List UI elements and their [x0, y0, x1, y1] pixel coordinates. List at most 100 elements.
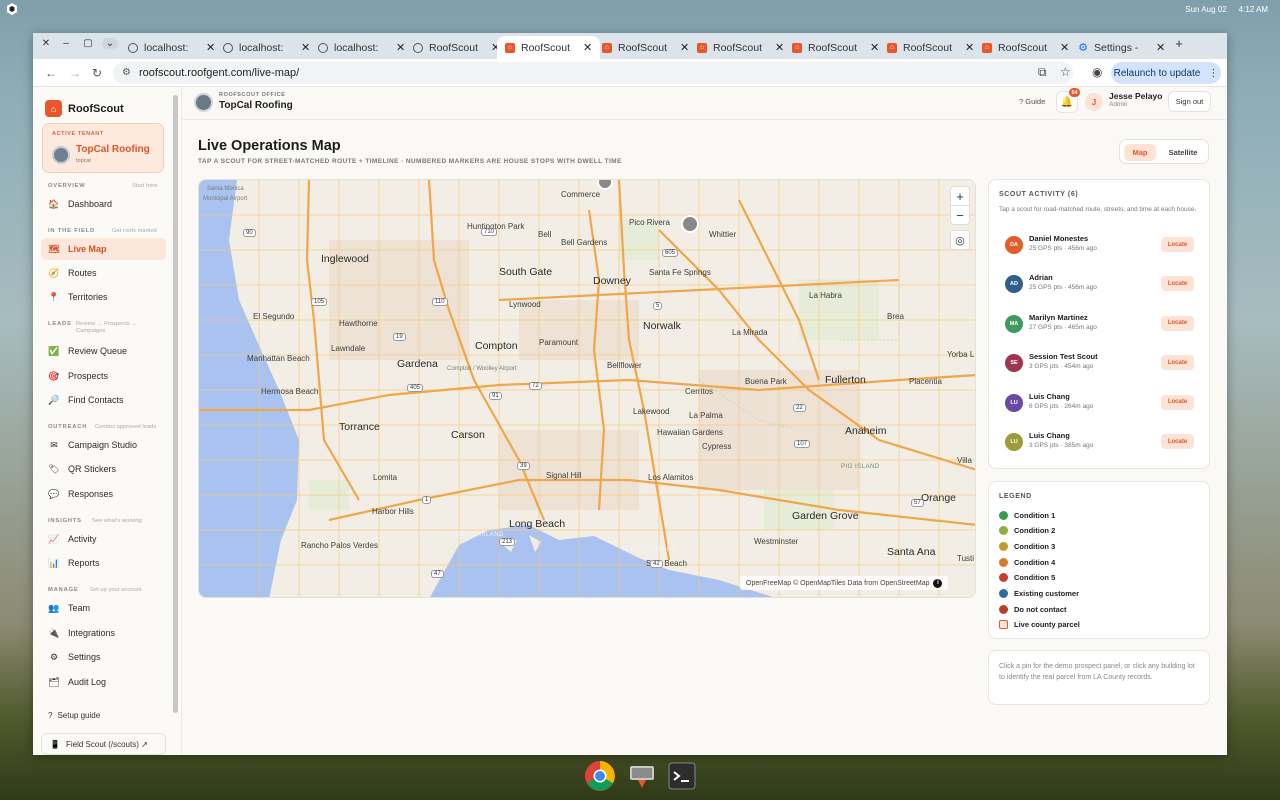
locate-button[interactable]: Locate — [1161, 276, 1194, 292]
scout-row[interactable]: LU Luis Chang 3 GPS pts · 385m ago Locate — [1005, 428, 1200, 458]
sidebar-item-dashboard[interactable]: 🏠 Dashboard — [41, 193, 166, 215]
info-icon[interactable]: i — [933, 578, 943, 588]
url-text: roofscout.roofgent.com/live-map/ — [139, 67, 300, 79]
tab-close-icon[interactable]: ✕ — [870, 41, 879, 54]
locate-button[interactable]: Locate — [1161, 315, 1194, 331]
sidebar-item-integrations[interactable]: 🔌 Integrations — [41, 622, 166, 644]
live-map[interactable]: Santa Monica Municipal Airport Commerce Hun… — [198, 179, 976, 598]
tab-3[interactable]: localhost: ✕ — [318, 36, 405, 59]
terminal-icon[interactable] — [666, 760, 698, 792]
scout-row[interactable]: DA Daniel Monestes 25 GPS pts · 456m ago Lo… — [1005, 231, 1200, 261]
sidebar-item-live-map[interactable]: 🗺 Live Map — [41, 238, 166, 260]
address-bar[interactable]: ⚙ roofscout.roofgent.com/live-map/ — [113, 62, 1073, 84]
tab-1[interactable]: localhost: ✕ — [128, 36, 215, 59]
brand[interactable]: ⌂ RoofScout — [45, 100, 124, 117]
tab-close-icon[interactable]: ✕ — [1156, 41, 1165, 54]
bar-chart-icon: 📊 — [48, 557, 60, 568]
sidebar-item-audit-log[interactable]: 🗂 Audit Log — [41, 671, 166, 693]
scout-row[interactable]: AD Adrian 25 GPS pts · 456m ago Locate — [1005, 270, 1200, 300]
locate-button[interactable]: Locate — [1161, 237, 1194, 252]
zoom-in-button[interactable]: + — [950, 186, 970, 206]
guide-link[interactable]: ? Guide — [1019, 97, 1045, 106]
maximize-icon[interactable]: ▢ — [80, 38, 96, 49]
tab-6[interactable]: ⌂ RoofScout ✕ — [602, 36, 689, 59]
tab-close-icon[interactable]: ✕ — [206, 41, 215, 54]
scout-row[interactable]: MA Marilyn Martinez 27 GPS pts · 465m ago L… — [1005, 310, 1200, 340]
setup-guide-link[interactable]: ? Setup guide — [48, 711, 100, 720]
tab-strip: ✕ – ▢ ⌄ localhost: ✕ localhost: ✕ localhost:… — [33, 33, 1227, 59]
install-app-icon[interactable]: ⧉ — [1038, 65, 1047, 80]
tab-2[interactable]: localhost: ✕ — [223, 36, 310, 59]
map-label-bellflower: Bellflower — [607, 361, 642, 370]
sidebar-item-settings[interactable]: ⚙ Settings — [41, 646, 166, 668]
nav-label: Dashboard — [68, 199, 113, 209]
map-label-cerritos: Cerritos — [685, 387, 714, 396]
relaunch-button[interactable]: Relaunch to update ⋮ — [1111, 62, 1221, 84]
legend-item: Do not contact — [999, 603, 1067, 615]
scout-row[interactable]: LU Luis Chang 6 GPS pts · 264m ago Locate — [1005, 389, 1200, 419]
installer-icon[interactable] — [626, 760, 658, 792]
tab-11[interactable]: ⚙ Settings - ✕ — [1078, 36, 1165, 59]
reload-icon[interactable]: ↻ — [92, 66, 102, 80]
map-label-fullerton: Fullerton — [825, 374, 866, 386]
sidebar-item-find-contacts[interactable]: 🔎 Find Contacts — [41, 389, 166, 411]
tab-close-icon[interactable]: ✕ — [301, 41, 310, 54]
profile-icon[interactable]: ◉ — [1092, 65, 1102, 79]
tab-9[interactable]: ⌂ RoofScout ✕ — [887, 36, 974, 59]
os-logo-icon[interactable] — [6, 3, 18, 15]
tab-close-icon[interactable]: ✕ — [775, 41, 784, 54]
tab-8[interactable]: ⌂ RoofScout ✕ — [792, 36, 879, 59]
back-icon[interactable]: ← — [45, 66, 57, 80]
forward-icon[interactable]: → — [69, 66, 81, 80]
scout-name: Luis Chang — [1029, 431, 1070, 440]
tab-5[interactable]: ⌂ RoofScout ✕ — [497, 36, 601, 59]
panel-description: Tap a scout for road-matched route, stre… — [999, 206, 1197, 213]
sidebar-item-qr-stickers[interactable]: 🏷 QR Stickers — [41, 458, 166, 480]
scout-name: Marilyn Martinez — [1029, 312, 1088, 322]
tab-10[interactable]: ⌂ RoofScout ✕ — [982, 36, 1069, 59]
nav-label: Campaign Studio — [68, 440, 138, 450]
sidebar-scrollbar[interactable] — [173, 95, 178, 713]
tab-close-icon[interactable]: ✕ — [680, 41, 689, 54]
satellite-view-button[interactable]: Satellite — [1160, 144, 1206, 161]
tenant-card[interactable]: ACTIVE TENANT TopCal Roofing topcal — [42, 123, 164, 173]
site-info-icon[interactable]: ⚙ — [122, 67, 131, 78]
sidebar-item-territories[interactable]: 📍 Territories — [41, 286, 166, 308]
scout-row[interactable]: SE Session Test Scout 3 GPS pts · 454m ago… — [1005, 349, 1200, 379]
minimize-icon[interactable]: – — [58, 38, 74, 49]
sidebar-item-responses[interactable]: 💬 Responses — [41, 483, 166, 505]
locate-button[interactable]: Locate — [1161, 355, 1194, 371]
tab-search-icon[interactable]: ⌄ — [102, 38, 118, 49]
avatar[interactable]: J — [1085, 93, 1103, 111]
tab-close-icon[interactable]: ✕ — [965, 41, 974, 54]
field-scout-link[interactable]: 📱 Field Scout (/scouts) ↗ — [41, 733, 166, 755]
globe-icon — [413, 42, 423, 53]
sign-out-button[interactable]: Sign out — [1168, 91, 1211, 112]
zoom-out-button[interactable]: − — [950, 205, 970, 225]
sidebar-item-activity[interactable]: 📈 Activity — [41, 528, 166, 550]
tab-title: RoofScout — [521, 41, 571, 54]
tab-close-icon[interactable]: ✕ — [396, 41, 405, 54]
more-menu-icon[interactable]: ⋮ — [1208, 68, 1218, 79]
map-label-santa-fe-springs: Santa Fe Springs — [649, 268, 711, 277]
chrome-icon[interactable] — [584, 760, 616, 792]
sidebar-item-team[interactable]: 👥 Team — [41, 597, 166, 619]
locate-button[interactable]: Locate — [1161, 394, 1194, 410]
bookmark-star-icon[interactable]: ☆ — [1060, 65, 1071, 79]
sidebar-item-review-queue[interactable]: ✅ Review Queue — [41, 340, 166, 362]
sidebar-item-reports[interactable]: 📊 Reports — [41, 552, 166, 574]
sidebar-item-routes[interactable]: 🧭 Routes — [41, 262, 166, 284]
legend-label: Condition 2 — [1014, 526, 1056, 536]
map-view-button[interactable]: Map — [1124, 144, 1156, 161]
sidebar-item-prospects[interactable]: 🎯 Prospects — [41, 365, 166, 387]
sidebar-item-campaign-studio[interactable]: ✉ Campaign Studio — [41, 434, 166, 456]
close-window-icon[interactable]: ✕ — [38, 38, 54, 49]
tab-7[interactable]: ⌂ RoofScout ✕ — [697, 36, 784, 59]
locate-me-icon[interactable]: ◎ — [950, 230, 970, 250]
tab-close-icon[interactable]: ✕ — [1060, 41, 1069, 54]
highway-shield: 42 — [650, 560, 663, 568]
new-tab-icon[interactable]: + — [1171, 36, 1187, 51]
tab-4[interactable]: RoofScout ✕ — [413, 36, 500, 59]
locate-button[interactable]: Locate — [1161, 434, 1194, 449]
tab-close-icon[interactable]: ✕ — [583, 41, 592, 54]
